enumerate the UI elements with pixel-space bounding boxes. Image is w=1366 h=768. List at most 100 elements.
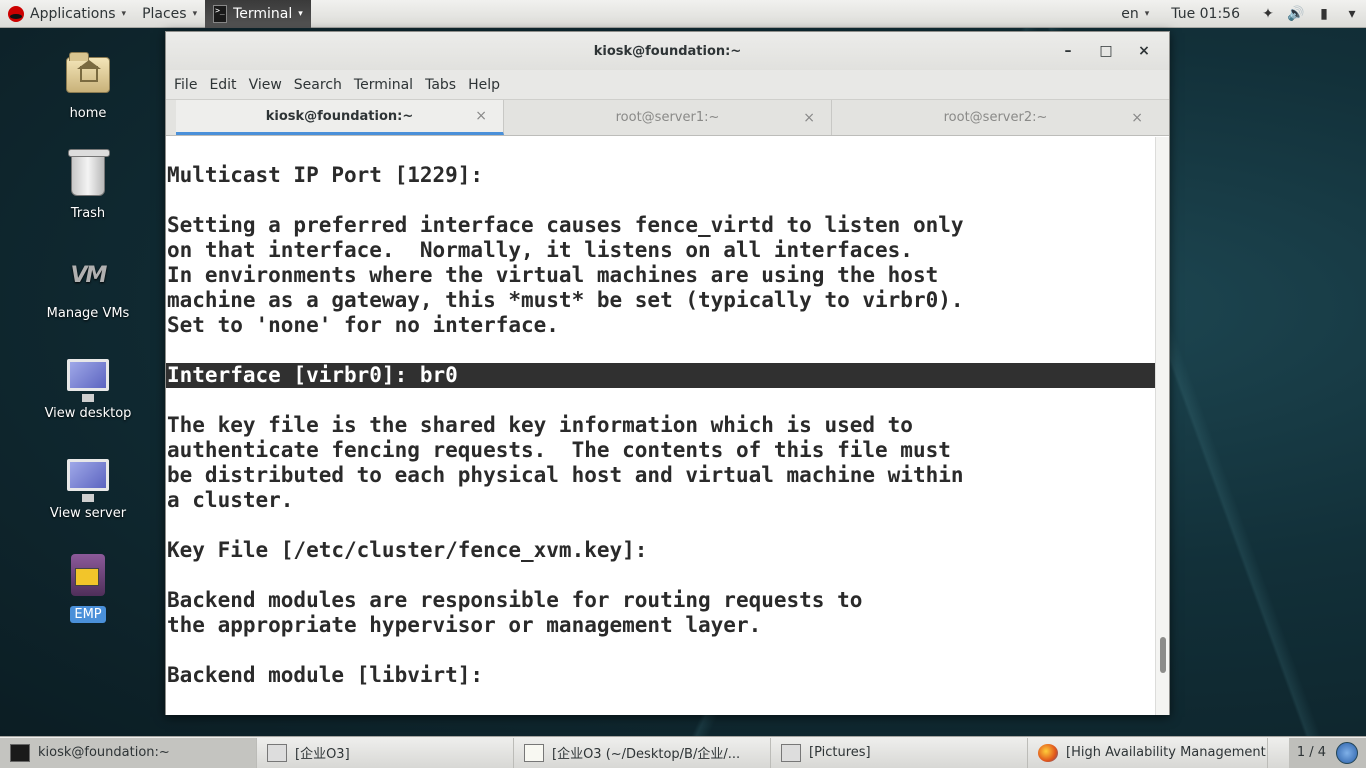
task-label: [企业O3 (~/Desktop/B/企业/... [552,747,741,762]
terminal-icon: >_ [213,4,228,23]
terminal-output[interactable]: Multicast IP Port [1229]: Setting a prefe… [166,137,1156,715]
wifi-icon[interactable]: ✦ [1254,0,1282,28]
minimize-button[interactable]: – [1049,32,1087,70]
window-titlebar[interactable]: kiosk@foundation:~ – □ × [166,32,1169,70]
home-folder-icon [63,50,113,100]
tab-root-server1[interactable]: root@server1:~ × [504,100,832,135]
task-firefox-ha-management[interactable]: [High Availability Management ... [1028,737,1268,768]
terminal-line: machine as a gateway, this *must* be set… [167,288,964,312]
task-editor-qiye03[interactable]: [企业O3 (~/Desktop/B/企业/... [514,737,771,768]
places-menu[interactable]: Places ▾ [134,0,205,28]
terminal-icon [10,743,30,762]
window-title: kiosk@foundation:~ [593,43,742,59]
chevron-down-icon: ▾ [192,8,198,19]
vm-logo-text: VM [70,262,108,288]
terminal-line: Key File [/etc/cluster/fence_xvm.key]: [167,538,648,562]
applications-menu[interactable]: Applications ▾ [0,0,134,28]
terminal-line: Multicast IP Port [1229]: [167,163,484,187]
terminal-line: Set to 'none' for no interface. [167,313,559,337]
task-pictures[interactable]: [Pictures] [771,737,1028,768]
scrollbar-thumb[interactable] [1160,637,1166,673]
applications-label: Applications [30,5,116,22]
tab-label: kiosk@foundation:~ [265,108,414,124]
terminal-line: Backend modules are responsible for rout… [167,588,863,612]
desktop-icon-manage-vms[interactable]: VM Manage VMs [38,250,138,322]
monitor-icon [63,350,113,402]
terminal-app-label: Terminal [233,5,293,22]
terminal-line: Backend module [libvirt]: [167,663,484,687]
task-kiosk-foundation[interactable]: kiosk@foundation:~ [0,737,257,768]
menu-search[interactable]: Search [288,70,348,100]
desktop-icon-label: View desktop [44,406,132,421]
terminal-line: on that interface. Normally, it listens … [167,238,913,262]
desktop-icon-label: EMP [70,606,106,623]
workspace-switcher[interactable]: 1 / 4 [1288,737,1366,768]
terminal-line-selected: Interface [virbr0]: br0 [166,363,1155,388]
volume-icon[interactable]: 🔊 [1282,0,1310,28]
task-label: [High Availability Management ... [1066,745,1268,760]
terminal-scrollbar[interactable] [1155,137,1169,715]
menu-bar: File Edit View Search Terminal Tabs Help [166,70,1169,100]
battery-icon[interactable]: ▮ [1310,0,1338,28]
desktop-icon-label: View server [49,506,127,521]
maximize-button[interactable]: □ [1087,32,1125,70]
desktop-icon-emp[interactable]: EMP [38,550,138,623]
terminal-line: The key file is the shared key informati… [167,413,913,437]
folder-icon [267,743,287,762]
keyboard-layout-menu[interactable]: en ▾ [1113,0,1157,28]
desktop-icon-view-desktop[interactable]: View desktop [38,350,138,421]
chevron-down-icon: ▾ [121,8,127,19]
firefox-icon [1038,743,1058,762]
tab-label: root@server1:~ [615,110,720,125]
menu-file[interactable]: File [168,70,203,100]
terminal-app-menu[interactable]: >_ Terminal ▾ [205,0,311,28]
terminal-line: the appropriate hypervisor or management… [167,613,762,637]
system-menu-caret[interactable]: ▾ [1338,0,1366,28]
chevron-down-icon: ▾ [298,8,303,19]
task-label: kiosk@foundation:~ [38,745,170,760]
text-editor-icon [524,743,544,762]
desktop-icon-view-server[interactable]: View server [38,450,138,521]
terminal-line: In environments where the virtual machin… [167,263,939,287]
close-tab-icon[interactable]: × [475,108,487,124]
close-tab-icon[interactable]: × [803,110,815,126]
window-list-taskbar: kiosk@foundation:~ [企业O3] [企业O3 (~/Deskt… [0,736,1366,768]
virt-manager-icon: VM [63,250,113,300]
close-button[interactable]: × [1125,32,1163,70]
terminal-line: Setting a preferred interface causes fen… [167,213,964,237]
keyboard-layout-label: en [1121,5,1139,22]
menu-view[interactable]: View [243,70,288,100]
monitor-icon [63,450,113,502]
task-label: [企业O3] [295,747,350,762]
top-panel-status-area: en ▾ Tue 01:56 ✦ 🔊 ▮ ▾ [1113,0,1366,28]
desktop-icon-label: Trash [70,206,106,221]
trash-icon [63,149,113,200]
redhat-logo-icon [8,5,24,22]
folder-icon [781,743,801,762]
workspace-indicator: 1 / 4 [1296,745,1326,760]
terminal-line: a cluster. [167,488,294,512]
window-controls: – □ × [1049,32,1163,70]
menu-terminal[interactable]: Terminal [348,70,419,100]
tab-kiosk-foundation[interactable]: kiosk@foundation:~ × [176,100,504,135]
terminal-window: kiosk@foundation:~ – □ × File Edit View … [165,31,1170,715]
close-tab-icon[interactable]: × [1131,110,1143,126]
task-label: [Pictures] [809,745,871,760]
menu-tabs[interactable]: Tabs [419,70,462,100]
task-folder-qiye03[interactable]: [企业O3] [257,737,514,768]
desktop-icon-home[interactable]: home [38,50,138,121]
terminal-tab-bar: kiosk@foundation:~ × root@server1:~ × ro… [166,100,1169,136]
archive-icon [63,550,113,600]
tab-label: root@server2:~ [943,110,1048,125]
places-label: Places [142,5,187,22]
menu-edit[interactable]: Edit [203,70,242,100]
terminal-line: authenticate fencing requests. The conte… [167,438,951,462]
desktop-icon-label: Manage VMs [46,306,130,321]
menu-help[interactable]: Help [462,70,506,100]
tab-root-server2[interactable]: root@server2:~ × [832,100,1159,135]
workspace-icon [1336,741,1358,764]
desktop-icon-trash[interactable]: Trash [38,149,138,221]
top-panel: Applications ▾ Places ▾ >_ Terminal ▾ en… [0,0,1366,28]
terminal-line: be distributed to each physical host and… [167,463,964,487]
clock[interactable]: Tue 01:56 [1157,6,1254,22]
